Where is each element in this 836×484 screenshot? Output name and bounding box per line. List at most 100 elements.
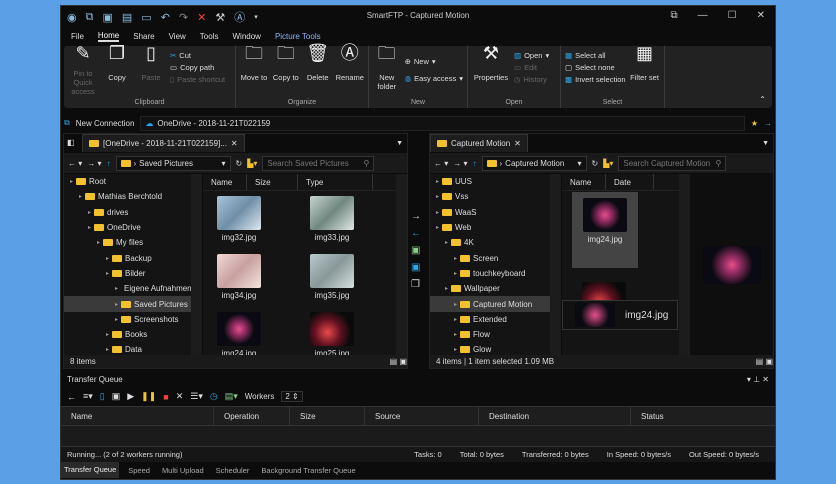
tree-item[interactable]: ▸ UUS bbox=[430, 174, 550, 189]
load-icon[interactable]: ▯ bbox=[100, 391, 105, 402]
rename-button[interactable]: Ⓐ Rename bbox=[336, 44, 364, 96]
tree-item[interactable]: ▸ My files bbox=[64, 235, 191, 250]
col-date[interactable]: Date bbox=[606, 174, 654, 190]
queue-check-icon[interactable]: ▤▾ bbox=[225, 391, 238, 402]
select-all-button[interactable]: ▦ Select all bbox=[565, 51, 626, 60]
tree-item[interactable]: ▸ OneDrive bbox=[64, 220, 191, 235]
play-icon[interactable]: ▶ bbox=[127, 391, 134, 402]
refresh-icon[interactable]: ↻ bbox=[592, 159, 599, 168]
tree-item[interactable]: ▸ Web bbox=[430, 220, 550, 235]
expand-icon[interactable]: ▸ bbox=[97, 239, 100, 246]
col-source[interactable]: Source bbox=[365, 407, 479, 425]
file-item[interactable]: img25.jpg bbox=[304, 312, 360, 358]
favorite-icon[interactable]: ★ bbox=[751, 119, 758, 128]
save-icon[interactable]: ▣ bbox=[112, 391, 121, 402]
right-tab[interactable]: Captured Motion ✕ bbox=[430, 134, 528, 152]
expand-icon[interactable]: ▸ bbox=[445, 285, 448, 292]
options-list-icon[interactable]: ☰▾ bbox=[190, 391, 203, 402]
expand-icon[interactable]: ▸ bbox=[445, 239, 448, 246]
expand-icon[interactable]: ▸ bbox=[88, 224, 91, 231]
list-scrollbar[interactable] bbox=[679, 174, 690, 355]
file-item-selected[interactable]: img24.jpg bbox=[572, 192, 638, 268]
view-mode-icons[interactable]: ▤ ▣ bbox=[390, 357, 407, 366]
view-icon[interactable]: ▙▾ bbox=[247, 159, 257, 168]
history-button[interactable]: ◷ History bbox=[514, 75, 549, 84]
expand-icon[interactable]: ▸ bbox=[454, 316, 457, 323]
tree-scrollbar[interactable] bbox=[191, 174, 202, 355]
expand-icon[interactable]: ▸ bbox=[106, 331, 109, 338]
tree-item[interactable]: ▸ Data bbox=[64, 342, 191, 355]
copy-button[interactable]: ❐ Copy bbox=[102, 44, 132, 96]
col-name[interactable]: Name bbox=[61, 407, 214, 425]
tree-item[interactable]: ▸ drives bbox=[64, 205, 191, 220]
menu-home[interactable]: Home bbox=[97, 31, 120, 42]
tree-item[interactable]: ▸ Books bbox=[64, 327, 191, 342]
menu-window[interactable]: Window bbox=[232, 32, 260, 41]
col-operation[interactable]: Operation bbox=[214, 407, 290, 425]
select-none-button[interactable]: ▢ Select none bbox=[565, 63, 626, 72]
list-scrollbar[interactable] bbox=[396, 174, 407, 355]
right-search-input[interactable]: Search Captured Motion ⚲ bbox=[618, 155, 727, 171]
col-destination[interactable]: Destination bbox=[479, 407, 631, 425]
right-path-box[interactable]: › Captured Motion ▾ bbox=[481, 155, 587, 171]
expand-icon[interactable]: ▸ bbox=[115, 316, 118, 323]
tree-item[interactable]: ▸ Screenshots bbox=[64, 312, 191, 327]
expand-icon[interactable]: ▸ bbox=[454, 346, 457, 353]
up-icon[interactable]: ↑ bbox=[107, 159, 111, 168]
stop-icon[interactable]: ■ bbox=[163, 392, 168, 402]
new-connection-button[interactable]: New Connection bbox=[76, 119, 135, 128]
close-tab-icon[interactable]: ✕ bbox=[231, 139, 238, 148]
expand-icon[interactable]: ▸ bbox=[436, 209, 439, 216]
queue-tab[interactable]: Speed bbox=[125, 466, 153, 475]
tree-item[interactable]: ▸ Wallpaper bbox=[430, 281, 550, 296]
restore-icon[interactable]: ⧉ bbox=[671, 10, 678, 21]
tree-item[interactable]: ▸ Root bbox=[64, 174, 191, 189]
delete-button[interactable]: 🗑 Delete bbox=[304, 44, 332, 96]
col-name[interactable]: Name bbox=[562, 174, 606, 190]
tree-item[interactable]: ▸ Backup bbox=[64, 250, 191, 265]
tree-item[interactable]: ▸ Bilder bbox=[64, 266, 191, 281]
paste-button[interactable]: ▯ Paste bbox=[136, 44, 166, 96]
pause-icon[interactable]: ❚❚ bbox=[141, 391, 156, 402]
col-name[interactable]: Name bbox=[203, 174, 247, 190]
cut-button[interactable]: ✂ Cut bbox=[170, 51, 225, 60]
expand-icon[interactable]: ▸ bbox=[436, 224, 439, 231]
expand-icon[interactable]: ▸ bbox=[88, 209, 91, 216]
edit-button[interactable]: ▭ Edit bbox=[514, 63, 549, 72]
expand-icon[interactable]: ▸ bbox=[106, 255, 109, 262]
expand-icon[interactable]: ▸ bbox=[454, 301, 457, 308]
col-status[interactable]: Status bbox=[631, 407, 775, 425]
move-to-button[interactable]: 🗀 Move to bbox=[240, 44, 268, 96]
col-type[interactable]: Type bbox=[298, 174, 373, 190]
tree-item[interactable]: ▸ WaaS bbox=[430, 205, 550, 220]
file-item[interactable]: img34.jpg bbox=[211, 254, 267, 300]
left-search-input[interactable]: Search Saved Pictures ⚲ bbox=[262, 155, 375, 171]
new-folder-button[interactable]: 🗀 New folder bbox=[373, 44, 401, 96]
invert-selection-button[interactable]: ▩ Invert selection bbox=[565, 75, 626, 84]
expand-icon[interactable]: ▸ bbox=[106, 270, 109, 277]
new-item-button[interactable]: ⊕ New ▾ bbox=[405, 57, 463, 66]
back-icon[interactable]: ← bbox=[67, 392, 76, 402]
tree-item[interactable]: ▸ Flow bbox=[430, 327, 550, 342]
copy-to-button[interactable]: 🗀 Copy to bbox=[272, 44, 300, 96]
properties-button[interactable]: ⚒ Properties bbox=[472, 44, 510, 96]
expand-icon[interactable]: ▸ bbox=[436, 178, 439, 185]
tree-item[interactable]: ▸ Eigene Aufnahmen bbox=[64, 281, 191, 296]
tree-item[interactable]: ▸ Extended bbox=[430, 312, 550, 327]
up-icon[interactable]: ↑ bbox=[473, 159, 477, 168]
panel-toggle-icon[interactable]: ◧ bbox=[67, 138, 75, 147]
file-item[interactable]: img33.jpg bbox=[304, 196, 360, 242]
transfer-left-icon[interactable]: ← bbox=[411, 228, 421, 239]
tree-item[interactable]: ▸ Mathias Berchtold bbox=[64, 189, 191, 204]
tab-dropdown-icon[interactable]: ▼ bbox=[396, 140, 403, 147]
go-icon[interactable]: → bbox=[764, 119, 772, 128]
expand-icon[interactable]: ▸ bbox=[115, 285, 118, 292]
tree-item[interactable]: ▸ Screen bbox=[430, 250, 550, 265]
queue-tab[interactable]: Multi Upload bbox=[159, 466, 207, 475]
easy-access-button[interactable]: ◍ Easy access ▾ bbox=[405, 74, 463, 83]
compare-icon[interactable]: ▣ bbox=[411, 245, 421, 256]
tree-item[interactable]: ▸ Captured Motion bbox=[430, 296, 550, 312]
expand-icon[interactable]: ▸ bbox=[70, 178, 73, 185]
address-bar[interactable]: ☁ OneDrive - 2018-11-21T022159 bbox=[140, 115, 745, 131]
expand-icon[interactable]: ▸ bbox=[79, 193, 82, 200]
